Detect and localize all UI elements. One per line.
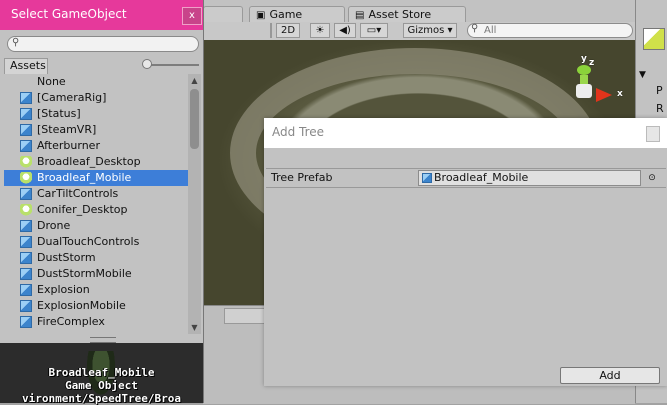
list-item[interactable]: Conifer_Desktop bbox=[4, 202, 188, 218]
prefab-cube-icon bbox=[20, 236, 32, 248]
list-item[interactable]: [Status] bbox=[4, 106, 188, 122]
prefab-cube-icon bbox=[20, 252, 32, 264]
speedtree-icon bbox=[20, 172, 32, 184]
speedtree-icon bbox=[20, 156, 32, 168]
project-panel-tab[interactable] bbox=[224, 308, 266, 324]
list-item[interactable]: Drone bbox=[4, 218, 188, 234]
search-icon: ⚲ bbox=[12, 37, 20, 48]
add-tree-titlebar[interactable] bbox=[264, 118, 667, 148]
select-window-close-button[interactable]: x bbox=[182, 7, 202, 25]
zoom-slider-handle[interactable] bbox=[142, 59, 152, 69]
scroll-down-icon[interactable]: ▼ bbox=[188, 321, 201, 334]
scroll-up-icon[interactable]: ▲ bbox=[188, 74, 201, 87]
object-list: None [CameraRig] [Status] [SteamVR] Afte… bbox=[4, 74, 188, 334]
prefab-cube-icon bbox=[20, 268, 32, 280]
preview-name: Broadleaf_Mobile bbox=[48, 366, 155, 379]
search-icon: ⚲ bbox=[471, 23, 479, 34]
shading-dropdown-tail[interactable] bbox=[270, 23, 272, 38]
list-item[interactable]: Broadleaf_Desktop bbox=[4, 154, 188, 170]
list-item[interactable]: [CameraRig] bbox=[4, 90, 188, 106]
lighting-toggle-icon[interactable]: ☀ bbox=[310, 23, 330, 38]
add-tree-dialog bbox=[264, 118, 667, 386]
object-icon bbox=[643, 28, 665, 50]
speedtree-icon bbox=[20, 204, 32, 216]
prefab-cube-icon bbox=[20, 108, 32, 120]
tree-prefab-label: Tree Prefab bbox=[271, 171, 333, 184]
add-tree-title: Add Tree bbox=[272, 125, 325, 139]
add-tree-close-button[interactable] bbox=[646, 126, 660, 142]
tab-scene[interactable] bbox=[203, 6, 243, 23]
tab-assets[interactable]: Assets bbox=[4, 58, 48, 74]
gizmos-dropdown[interactable]: Gizmos ▾ bbox=[403, 23, 457, 38]
object-picker-icon[interactable]: ⊙ bbox=[645, 171, 659, 185]
game-icon: ▣ bbox=[256, 10, 266, 21]
list-item[interactable]: None bbox=[4, 74, 188, 90]
prefab-cube-icon bbox=[20, 284, 32, 296]
gizmo-center-cube-icon[interactable] bbox=[576, 84, 592, 98]
prefab-cube-icon bbox=[20, 188, 32, 200]
asset-store-icon: ▤ bbox=[355, 10, 365, 21]
list-item[interactable]: Explosion bbox=[4, 282, 188, 298]
preview-type: Game Object bbox=[65, 379, 138, 392]
list-item[interactable]: CarTiltControls bbox=[4, 186, 188, 202]
prefab-cube-icon bbox=[20, 316, 32, 328]
tab-game[interactable]: ▣ Game bbox=[249, 6, 345, 23]
zoom-slider[interactable] bbox=[145, 64, 199, 66]
prefab-cube-icon bbox=[20, 300, 32, 312]
list-item-selected[interactable]: Broadleaf_Mobile bbox=[4, 170, 188, 186]
tab-asset-store[interactable]: ▤ Asset Store bbox=[348, 6, 466, 23]
object-search-input[interactable]: ⚲ bbox=[7, 36, 199, 52]
list-item[interactable]: Afterburner bbox=[4, 138, 188, 154]
prefab-cube-icon bbox=[20, 124, 32, 136]
gizmo-x-axis-icon[interactable] bbox=[596, 88, 612, 102]
prefab-cube-icon bbox=[422, 173, 432, 183]
list-item[interactable]: [SteamVR] bbox=[4, 122, 188, 138]
list-item[interactable]: ExplosionMobile bbox=[4, 298, 188, 314]
prefab-cube-icon bbox=[20, 220, 32, 232]
list-item[interactable]: FireComplex bbox=[4, 314, 188, 330]
list-item[interactable]: DustStormMobile bbox=[4, 266, 188, 282]
prefab-cube-icon bbox=[20, 92, 32, 104]
prefab-cube-icon bbox=[20, 140, 32, 152]
tree-prefab-field[interactable]: Broadleaf_Mobile bbox=[418, 170, 641, 186]
preview-path: vironment/SpeedTree/Broa bbox=[22, 392, 181, 405]
mode-2d-button[interactable]: 2D bbox=[276, 23, 300, 38]
audio-toggle-icon[interactable]: ◀) bbox=[334, 23, 356, 38]
scene-search-input[interactable]: All bbox=[467, 23, 633, 38]
inspector-fold-icon: ▼ bbox=[639, 70, 646, 80]
list-item[interactable]: DustStorm bbox=[4, 250, 188, 266]
add-button[interactable]: Add bbox=[560, 367, 660, 384]
select-window-title: Select GameObject bbox=[11, 7, 127, 21]
effects-dropdown-icon[interactable]: ▭▾ bbox=[360, 23, 388, 38]
list-item[interactable]: DualTouchControls bbox=[4, 234, 188, 250]
scrollbar-thumb[interactable] bbox=[190, 89, 199, 149]
